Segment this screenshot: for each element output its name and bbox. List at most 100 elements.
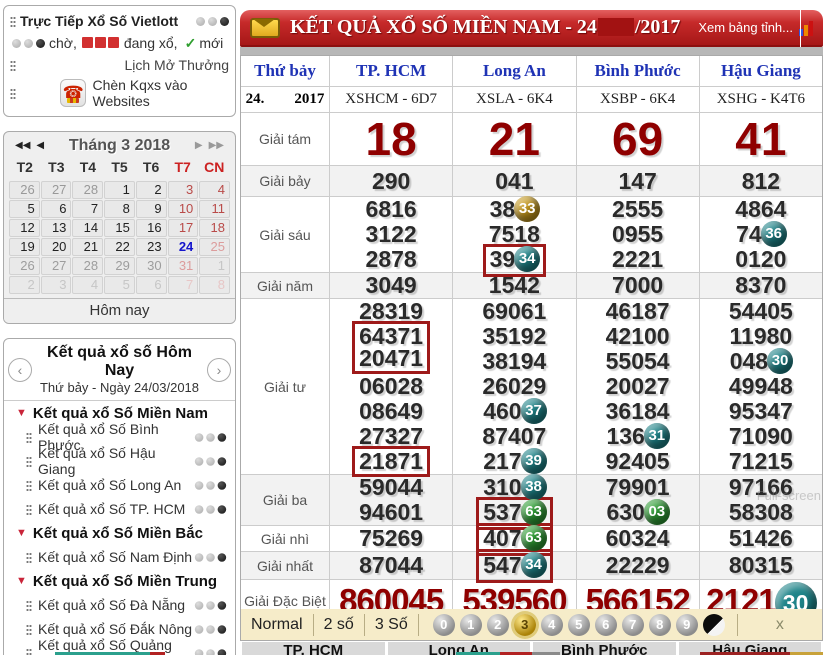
- calendar-day[interactable]: 9: [136, 200, 167, 218]
- sidebar-link[interactable]: Kết quả xổ Số Long An: [4, 473, 235, 497]
- calendar-day[interactable]: 8: [199, 276, 230, 294]
- view-province-table-link[interactable]: Xem bảng tỉnh...: [698, 20, 793, 35]
- calendar-day[interactable]: 27: [41, 181, 72, 199]
- sidebar-link[interactable]: Kết quả xổ Số Hậu Giang: [4, 449, 235, 473]
- calendar-day[interactable]: 8: [104, 200, 135, 218]
- filter-mode-2[interactable]: 2 số: [314, 616, 364, 634]
- calendar-day[interactable]: 3: [41, 276, 72, 294]
- calendar-day[interactable]: 25: [199, 238, 230, 256]
- calendar-day[interactable]: 2: [136, 181, 167, 199]
- prize-number: 041: [495, 166, 533, 196]
- calendar-day[interactable]: 17: [168, 219, 199, 237]
- column-header[interactable]: TP. HCM: [329, 56, 452, 86]
- prize-line: 04830: [730, 349, 792, 374]
- calendar-day[interactable]: 28: [72, 257, 103, 275]
- prize-number: 46037: [483, 399, 545, 426]
- yinyang-ball-icon[interactable]: [703, 614, 725, 636]
- calendar-day[interactable]: 26: [9, 181, 40, 199]
- prize-label: Giải ba: [241, 475, 329, 525]
- prize-number: 51426: [729, 526, 793, 551]
- calendar-day[interactable]: 19: [9, 238, 40, 256]
- calendar-day[interactable]: 12: [9, 219, 40, 237]
- prev-day-button[interactable]: ‹: [8, 358, 32, 382]
- calendar-day[interactable]: 27: [41, 257, 72, 275]
- calendar-day[interactable]: 2: [9, 276, 40, 294]
- calendar-prev-month-icon[interactable]: ◀: [33, 140, 47, 151]
- calendar-next-year-icon[interactable]: ▶▶: [206, 140, 227, 151]
- calendar-day[interactable]: 18: [199, 219, 230, 237]
- calendar-day[interactable]: 14: [72, 219, 103, 237]
- prize-number: 812: [742, 166, 780, 196]
- prize-number: 13631: [606, 424, 668, 451]
- calendar-day[interactable]: 5: [104, 276, 135, 294]
- calendar-next-month-icon[interactable]: ▶: [192, 140, 206, 151]
- next-day-button[interactable]: ›: [207, 358, 231, 382]
- digit-ball-1[interactable]: 1: [460, 614, 482, 636]
- sidebar-link[interactable]: Kết quả xổ Số Đà Nẵng: [4, 593, 235, 617]
- column-header[interactable]: Long An: [452, 56, 575, 86]
- calendar-day[interactable]: 30: [136, 257, 167, 275]
- prize-number: 54405: [729, 299, 793, 324]
- digit-ball-7[interactable]: 7: [622, 614, 644, 636]
- calendar-day[interactable]: 20: [41, 238, 72, 256]
- digit-ball-0[interactable]: 0: [433, 614, 455, 636]
- digit-ball-9[interactable]: 9: [676, 614, 698, 636]
- calendar-day[interactable]: 6: [41, 200, 72, 218]
- calendar-day[interactable]: 10: [168, 200, 199, 218]
- today-button[interactable]: Hôm nay: [4, 298, 235, 323]
- calendar-day[interactable]: 1: [199, 257, 230, 275]
- prize-line: 79901: [606, 475, 670, 500]
- results-table: Thứ bảyTP. HCMLong AnBình PhướcHậu Giang…: [240, 55, 823, 622]
- filter-mode-1[interactable]: Normal: [241, 616, 313, 634]
- sidebar-link[interactable]: Kết quả xổ Số TP. HCM: [4, 497, 235, 521]
- calendar-day[interactable]: 31: [168, 257, 199, 275]
- result-ball: 36: [761, 221, 787, 247]
- calendar-day[interactable]: 21: [72, 238, 103, 256]
- calendar-day[interactable]: 29: [104, 257, 135, 275]
- calendar-day[interactable]: 22: [104, 238, 135, 256]
- prize-column: 290: [329, 166, 452, 196]
- digit-ball-2[interactable]: 2: [487, 614, 509, 636]
- calendar-day[interactable]: 13: [41, 219, 72, 237]
- region-section[interactable]: ▼Kết quả xổ Số Miền Trung: [4, 569, 235, 593]
- calendar-day[interactable]: 4: [199, 181, 230, 199]
- calendar-header: ◀◀ ◀ Tháng 3 2018 ▶ ▶▶: [4, 132, 235, 159]
- calendar-day[interactable]: 4: [72, 276, 103, 294]
- calendar-day[interactable]: 24: [168, 238, 199, 256]
- banner-divider: [800, 10, 801, 47]
- filter-mode-3[interactable]: 3 Số: [365, 616, 418, 634]
- region-section[interactable]: ▼Kết quả xổ Số Miền Bắc: [4, 521, 235, 545]
- digit-ball-5[interactable]: 5: [568, 614, 590, 636]
- digit-ball-4[interactable]: 4: [541, 614, 563, 636]
- result-ball: 63: [521, 525, 547, 551]
- column-header[interactable]: Hậu Giang: [699, 56, 822, 86]
- calendar-day[interactable]: 7: [168, 276, 199, 294]
- prize-number: 58308: [729, 500, 793, 525]
- calendar-day[interactable]: 23: [136, 238, 167, 256]
- sidebar-link[interactable]: Kết quả xổ Số Nam Định: [4, 545, 235, 569]
- result-ball: 33: [514, 196, 540, 222]
- calendar-day[interactable]: 15: [104, 219, 135, 237]
- calendar-day[interactable]: 26: [9, 257, 40, 275]
- widget-link[interactable]: Chèn Kqxs vào Websites: [92, 77, 229, 109]
- calendar-day[interactable]: 28: [72, 181, 103, 199]
- draw-code: XSHCM - 6D7: [329, 87, 452, 112]
- schedule-link[interactable]: Lịch Mở Thưởng: [124, 57, 229, 73]
- column-header[interactable]: Bình Phước: [576, 56, 699, 86]
- calendar-prev-year-icon[interactable]: ◀◀: [12, 140, 33, 151]
- digit-ball-6[interactable]: 6: [595, 614, 617, 636]
- calendar-day[interactable]: 7: [72, 200, 103, 218]
- digit-ball-3[interactable]: 3: [514, 614, 536, 636]
- calendar-day[interactable]: 3: [168, 181, 199, 199]
- prize-column: 75269: [329, 526, 452, 551]
- calendar-day[interactable]: 6: [136, 276, 167, 294]
- prize-line: 71215: [729, 449, 793, 474]
- prize-line: 41: [735, 113, 786, 165]
- digit-ball-8[interactable]: 8: [649, 614, 671, 636]
- calendar-day[interactable]: 5: [9, 200, 40, 218]
- calendar-day[interactable]: 1: [104, 181, 135, 199]
- x-option[interactable]: x: [738, 616, 822, 634]
- calendar-day[interactable]: 16: [136, 219, 167, 237]
- calendar-day[interactable]: 11: [199, 200, 230, 218]
- draw-code-row: 24.2017XSHCM - 6D7XSLA - 6K4XSBP - 6K4XS…: [241, 86, 822, 112]
